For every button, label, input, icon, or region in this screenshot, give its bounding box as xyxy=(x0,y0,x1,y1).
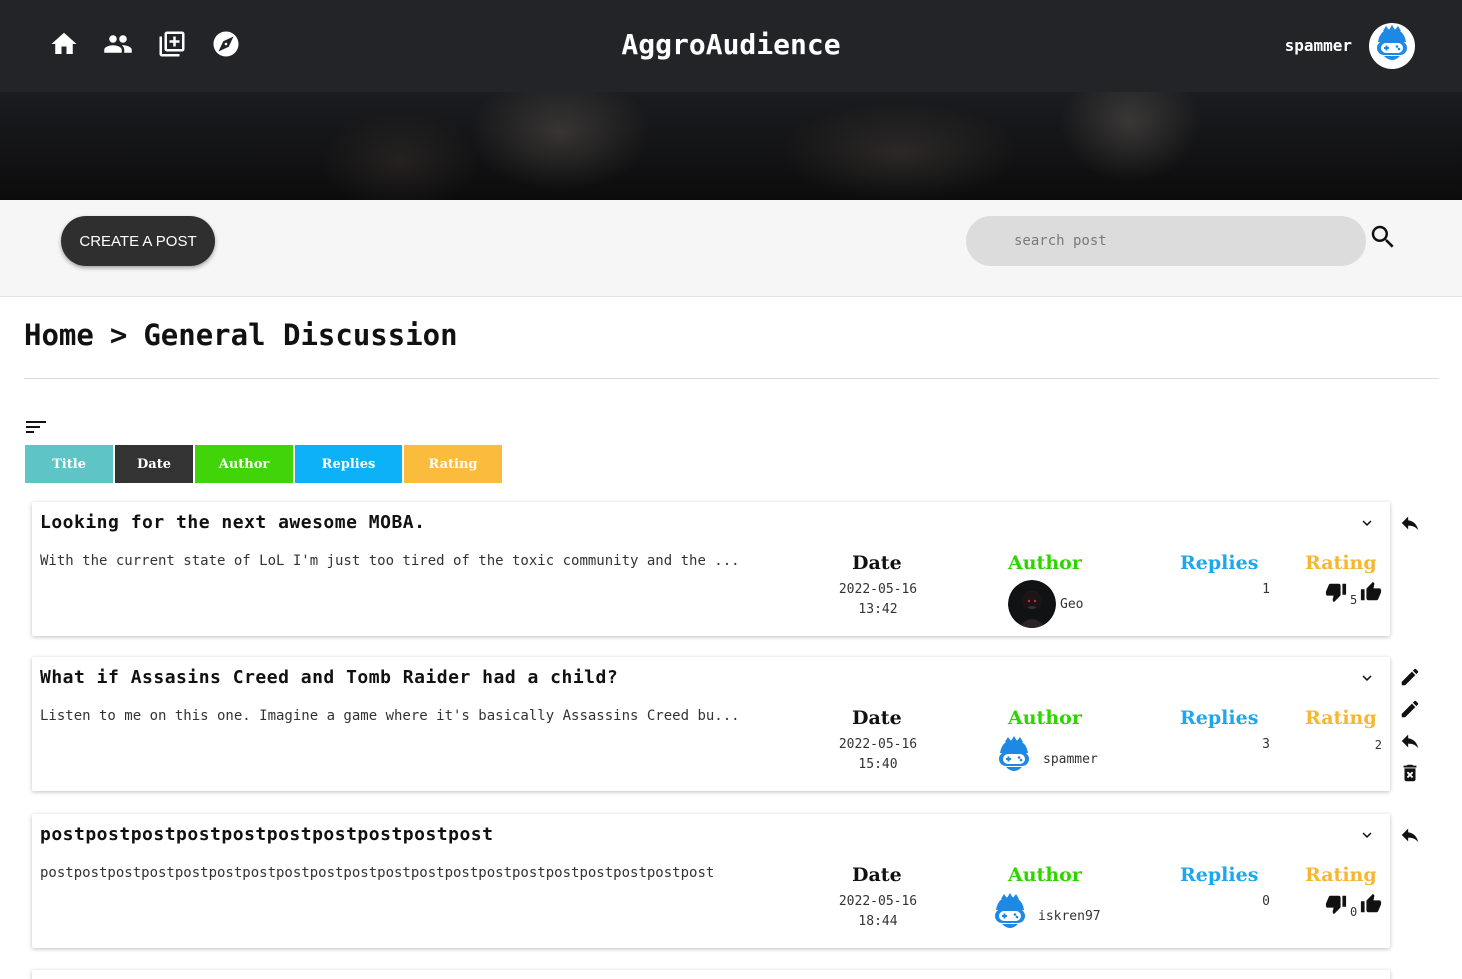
author-avatar[interactable] xyxy=(990,733,1038,781)
author-name[interactable]: Geo xyxy=(1060,597,1083,612)
chevron-down-icon[interactable] xyxy=(1358,669,1376,687)
post-excerpt: Listen to me on this one. Imagine a game… xyxy=(40,708,740,724)
edit-icon[interactable] xyxy=(1399,698,1421,720)
rating-header: Rating xyxy=(1305,552,1377,574)
sort-tab-rating[interactable]: Rating xyxy=(404,445,502,483)
rating-header: Rating xyxy=(1305,864,1377,886)
replies-header: Replies xyxy=(1180,552,1259,574)
post-card[interactable] xyxy=(32,970,1390,979)
post-date: 2022-05-16 15:40 xyxy=(832,735,924,775)
replies-header: Replies xyxy=(1180,864,1259,886)
post-date-day: 2022-05-16 xyxy=(838,582,918,597)
date-header: Date xyxy=(852,864,902,886)
search-icon[interactable] xyxy=(1368,222,1398,252)
thumbs-down-icon[interactable] xyxy=(1325,581,1347,603)
post-card[interactable]: What if Assasins Creed and Tomb Raider h… xyxy=(32,657,1390,791)
sort-tabs: Title Date Author Replies Rating xyxy=(25,445,502,483)
create-post-button[interactable]: CREATE A POST xyxy=(61,216,215,266)
thumbs-up-icon[interactable] xyxy=(1360,893,1382,915)
rating-value: 0 xyxy=(1350,905,1358,919)
sort-tab-date[interactable]: Date xyxy=(115,445,193,483)
post-date: 2022-05-16 13:42 xyxy=(832,580,924,620)
rating-value: 5 xyxy=(1350,593,1358,607)
chevron-down-icon[interactable] xyxy=(1358,826,1376,844)
date-header: Date xyxy=(852,552,902,574)
rating-value: 2 xyxy=(1374,738,1382,752)
replies-header: Replies xyxy=(1180,707,1259,729)
post-card[interactable]: Looking for the next awesome MOBA. With … xyxy=(32,502,1390,636)
post-card[interactable]: postpostpostpostpostpostpostpostpostpost… xyxy=(32,814,1390,948)
user-avatar[interactable] xyxy=(1368,22,1416,70)
post-title[interactable]: Looking for the next awesome MOBA. xyxy=(40,512,425,533)
post-title[interactable]: What if Assasins Creed and Tomb Raider h… xyxy=(40,667,618,688)
breadcrumb-separator: > xyxy=(109,318,128,352)
chevron-down-icon[interactable] xyxy=(1358,514,1376,532)
post-date-time: 13:42 xyxy=(858,602,898,617)
author-header: Author xyxy=(1008,864,1082,886)
delete-icon[interactable] xyxy=(1399,762,1421,784)
post-date-day: 2022-05-16 xyxy=(838,737,918,752)
post-excerpt: postpostpostpostpostpostpostpostpostpost… xyxy=(40,865,715,881)
post-toolbar: CREATE A POST xyxy=(0,200,1462,297)
post-excerpt: With the current state of LoL I'm just t… xyxy=(40,553,740,569)
rating-header: Rating xyxy=(1305,707,1377,729)
thumbs-down-icon[interactable] xyxy=(1325,893,1347,915)
thumbs-up-icon[interactable] xyxy=(1360,581,1382,603)
author-avatar[interactable] xyxy=(1008,580,1056,628)
post-title[interactable]: postpostpostpostpostpostpostpostpostpost xyxy=(40,824,493,845)
post-date-day: 2022-05-16 xyxy=(838,894,918,909)
section-divider xyxy=(24,378,1439,379)
breadcrumb-current: General Discussion xyxy=(143,318,458,352)
breadcrumb: Home > General Discussion xyxy=(24,318,458,352)
post-date: 2022-05-16 18:44 xyxy=(832,892,924,932)
author-name[interactable]: spammer xyxy=(1043,752,1098,767)
post-date-time: 18:44 xyxy=(858,914,898,929)
search-input[interactable] xyxy=(966,216,1366,266)
edit-icon[interactable] xyxy=(1399,666,1421,688)
author-header: Author xyxy=(1008,552,1082,574)
reply-icon[interactable] xyxy=(1399,730,1421,752)
reply-icon[interactable] xyxy=(1399,824,1421,846)
sort-tab-title[interactable]: Title xyxy=(25,445,113,483)
app-title: AggroAudience xyxy=(621,28,841,61)
replies-count: 1 xyxy=(1262,582,1270,597)
reply-icon[interactable] xyxy=(1399,512,1421,534)
header-banner xyxy=(0,92,1462,200)
replies-count: 0 xyxy=(1262,894,1270,909)
breadcrumb-home[interactable]: Home xyxy=(24,318,94,352)
author-avatar[interactable] xyxy=(986,890,1034,938)
sort-tab-replies[interactable]: Replies xyxy=(295,445,402,483)
sort-icon[interactable] xyxy=(26,418,48,436)
username-label[interactable]: spammer xyxy=(1285,36,1352,55)
sort-tab-author[interactable]: Author xyxy=(195,445,293,483)
post-date-time: 15:40 xyxy=(858,757,898,772)
date-header: Date xyxy=(852,707,902,729)
author-name[interactable]: iskren97 xyxy=(1038,909,1101,924)
author-header: Author xyxy=(1008,707,1082,729)
replies-count: 3 xyxy=(1262,737,1270,752)
